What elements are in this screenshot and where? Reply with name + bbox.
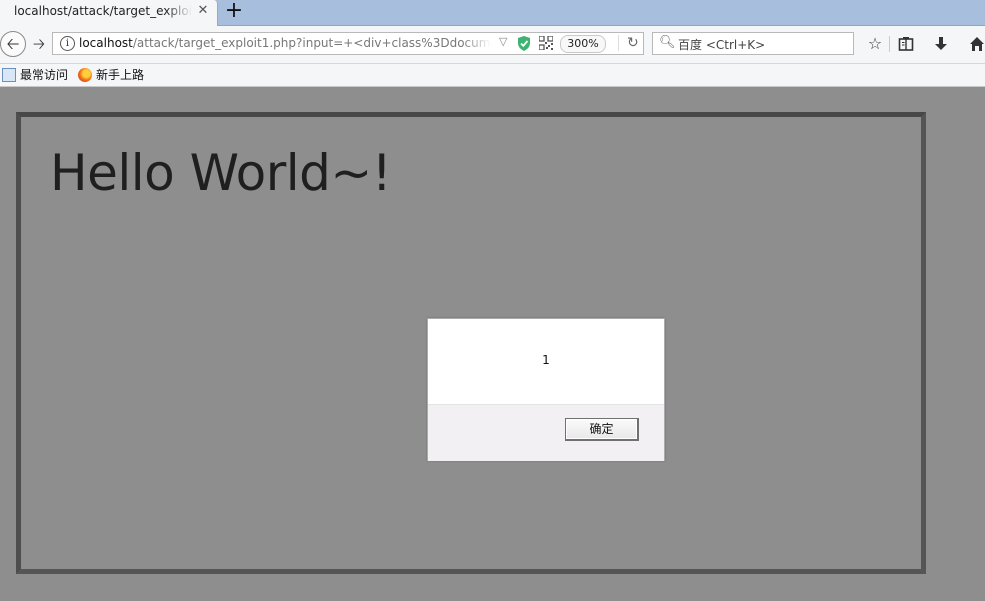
page-content: Hello World~! 1 确定 [0, 87, 985, 601]
navigation-toolbar: 🡠 🡢 i localhost/attack/target_exploit1.p… [0, 26, 985, 64]
info-icon[interactable]: i [60, 36, 75, 51]
alert-dialog: 1 确定 [427, 318, 665, 461]
close-tab-icon[interactable]: ✕ [196, 2, 210, 20]
bookmark-label: 新手上路 [96, 68, 145, 82]
bookmark-label: 最常访问 [20, 68, 69, 82]
url-path: /attack/target_exploit1.php?input=+<div+… [132, 36, 491, 50]
search-input[interactable]: 百度 <Ctrl+K> [678, 36, 765, 53]
ok-button[interactable]: 确定 [565, 418, 639, 441]
folder-search-icon [2, 68, 16, 82]
new-tab-button[interactable]: + [224, 0, 244, 23]
url-text[interactable]: localhost/attack/target_exploit1.php?inp… [79, 36, 491, 50]
firefox-logo-icon [78, 68, 92, 82]
tab-title: localhost/attack/target_exploit1.php?inp… [14, 4, 192, 18]
search-icon: 🔍︎ [659, 35, 676, 50]
back-button[interactable]: 🡠 [0, 31, 26, 57]
zoom-level-badge[interactable]: 300% [560, 35, 606, 53]
toolbar-separator [889, 36, 890, 52]
bookmarks-toolbar: 最常访问 新手上路 [0, 64, 985, 87]
search-bar[interactable]: 🔍︎ 百度 <Ctrl+K> [652, 32, 854, 55]
bookmark-most-visited[interactable]: 最常访问 [2, 66, 68, 84]
page-heading: Hello World~! [50, 144, 392, 202]
address-bar[interactable]: i localhost/attack/target_exploit1.php?i… [52, 32, 644, 55]
arrow-right-icon: 🡢 [32, 35, 46, 53]
reload-icon[interactable]: ↻ [618, 35, 639, 51]
tab-active[interactable]: localhost/attack/target_exploit1.php?inp… [0, 0, 218, 26]
bookmark-getting-started[interactable]: 新手上路 [78, 66, 144, 84]
shield-check-icon[interactable] [517, 36, 531, 51]
alert-footer: 确定 [428, 404, 664, 461]
arrow-left-icon: 🡠 [6, 34, 20, 53]
download-icon[interactable] [931, 34, 951, 54]
tab-strip: localhost/attack/target_exploit1.php?inp… [0, 0, 985, 26]
qr-code-icon[interactable] [539, 36, 553, 50]
history-dropdown-icon[interactable]: ▽ [499, 35, 507, 48]
bookmark-star-icon[interactable]: ☆ [865, 34, 885, 54]
home-icon[interactable] [967, 34, 985, 54]
reading-list-icon[interactable] [896, 34, 916, 54]
alert-message: 1 [542, 353, 550, 367]
url-host: localhost [79, 36, 133, 50]
forward-button[interactable]: 🡢 [30, 35, 48, 53]
